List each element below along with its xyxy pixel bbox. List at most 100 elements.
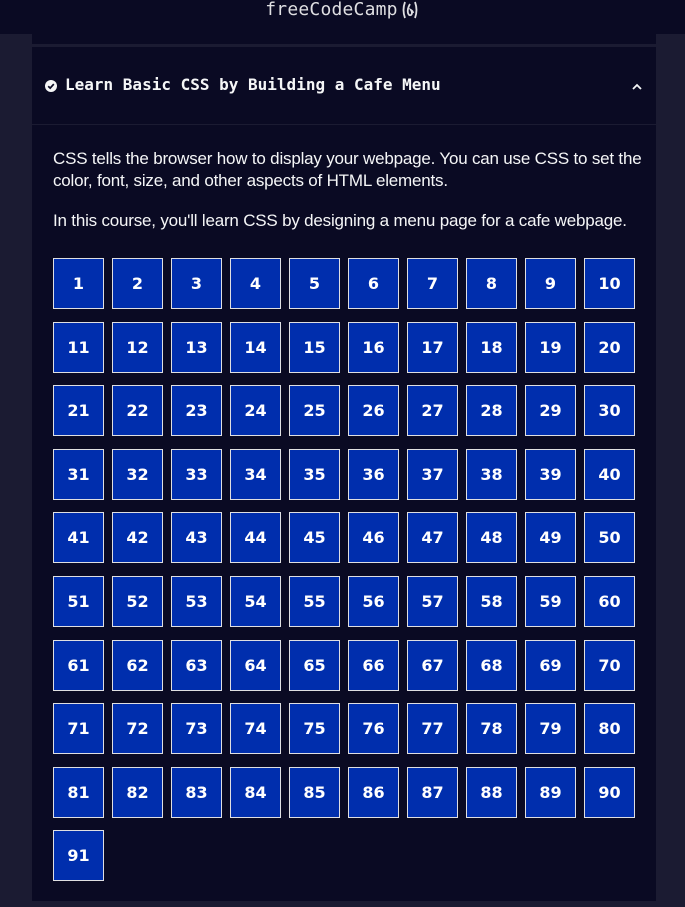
step-button[interactable]: 38 xyxy=(466,448,517,500)
step-button[interactable]: 76 xyxy=(348,703,399,755)
step-button[interactable]: 79 xyxy=(525,703,576,755)
step-button[interactable]: 20 xyxy=(584,321,635,373)
step-button[interactable]: 50 xyxy=(584,512,635,564)
step-button[interactable]: 53 xyxy=(171,575,222,627)
step-button[interactable]: 54 xyxy=(230,575,281,627)
block-description: In this course, you'll learn CSS by desi… xyxy=(53,211,627,230)
step-button[interactable]: 30 xyxy=(584,385,635,437)
step-button[interactable]: 40 xyxy=(584,448,635,500)
brand-name: freeCodeCamp xyxy=(265,0,398,20)
step-button[interactable]: 67 xyxy=(407,639,458,691)
step-button[interactable]: 35 xyxy=(289,448,340,500)
step-button[interactable]: 70 xyxy=(584,639,635,691)
step-button[interactable]: 90 xyxy=(584,766,635,818)
step-button[interactable]: 36 xyxy=(348,448,399,500)
step-button[interactable]: 16 xyxy=(348,321,399,373)
step-button[interactable]: 8 xyxy=(466,258,517,309)
step-button[interactable]: 59 xyxy=(525,575,576,627)
step-button[interactable]: 33 xyxy=(171,448,222,500)
step-button[interactable]: 2 xyxy=(112,258,163,309)
step-button[interactable]: 39 xyxy=(525,448,576,500)
step-button[interactable]: 28 xyxy=(466,385,517,437)
step-button[interactable]: 5 xyxy=(289,258,340,309)
step-button[interactable]: 37 xyxy=(407,448,458,500)
step-button[interactable]: 61 xyxy=(53,639,104,691)
caret-up-icon[interactable] xyxy=(631,79,643,90)
step-button[interactable]: 73 xyxy=(171,703,222,755)
step-button[interactable]: 23 xyxy=(171,385,222,437)
step-button[interactable]: 1 xyxy=(53,258,104,309)
step-button[interactable]: 22 xyxy=(112,385,163,437)
block-description: CSS tells the browser how to display you… xyxy=(53,149,642,190)
step-button[interactable]: 18 xyxy=(466,321,517,373)
step-button[interactable]: 11 xyxy=(53,321,104,373)
step-button[interactable]: 71 xyxy=(53,703,104,755)
step-button[interactable]: 17 xyxy=(407,321,458,373)
step-button[interactable]: 58 xyxy=(466,575,517,627)
step-button[interactable]: 63 xyxy=(171,639,222,691)
step-button[interactable]: 91 xyxy=(53,830,104,882)
step-button[interactable]: 62 xyxy=(112,639,163,691)
step-button[interactable]: 15 xyxy=(289,321,340,373)
step-button[interactable]: 10 xyxy=(584,258,635,309)
step-button[interactable]: 52 xyxy=(112,575,163,627)
step-button[interactable]: 48 xyxy=(466,512,517,564)
step-button[interactable]: 85 xyxy=(289,766,340,818)
step-button[interactable]: 80 xyxy=(584,703,635,755)
step-button[interactable]: 42 xyxy=(112,512,163,564)
step-button[interactable]: 3 xyxy=(171,258,222,309)
step-button[interactable]: 41 xyxy=(53,512,104,564)
step-button[interactable]: 43 xyxy=(171,512,222,564)
step-button[interactable]: 74 xyxy=(230,703,281,755)
flame-icon xyxy=(400,0,420,20)
step-button[interactable]: 12 xyxy=(112,321,163,373)
step-button[interactable]: 65 xyxy=(289,639,340,691)
step-button[interactable]: 34 xyxy=(230,448,281,500)
step-button[interactable]: 89 xyxy=(525,766,576,818)
step-button[interactable]: 84 xyxy=(230,766,281,818)
step-button[interactable]: 9 xyxy=(525,258,576,309)
step-button[interactable]: 46 xyxy=(348,512,399,564)
check-circle-icon xyxy=(45,79,57,92)
step-button[interactable]: 72 xyxy=(112,703,163,755)
step-button[interactable]: 56 xyxy=(348,575,399,627)
block-header-toggle[interactable]: Learn Basic CSS by Building a Cafe Menu xyxy=(32,47,656,125)
step-button[interactable]: 57 xyxy=(407,575,458,627)
step-button[interactable]: 25 xyxy=(289,385,340,437)
step-button[interactable]: 13 xyxy=(171,321,222,373)
step-button[interactable]: 51 xyxy=(53,575,104,627)
step-button[interactable]: 87 xyxy=(407,766,458,818)
step-button[interactable]: 45 xyxy=(289,512,340,564)
step-button[interactable]: 77 xyxy=(407,703,458,755)
step-button[interactable]: 21 xyxy=(53,385,104,437)
step-button[interactable]: 26 xyxy=(348,385,399,437)
step-button[interactable]: 31 xyxy=(53,448,104,500)
step-button[interactable]: 44 xyxy=(230,512,281,564)
step-button[interactable]: 86 xyxy=(348,766,399,818)
step-button[interactable]: 14 xyxy=(230,321,281,373)
step-button[interactable]: 6 xyxy=(348,258,399,309)
step-button[interactable]: 7 xyxy=(407,258,458,309)
step-button[interactable]: 69 xyxy=(525,639,576,691)
step-button[interactable]: 88 xyxy=(466,766,517,818)
step-button[interactable]: 60 xyxy=(584,575,635,627)
step-button[interactable]: 19 xyxy=(525,321,576,373)
step-button[interactable]: 78 xyxy=(466,703,517,755)
step-button[interactable]: 75 xyxy=(289,703,340,755)
step-button[interactable]: 32 xyxy=(112,448,163,500)
step-button[interactable]: 81 xyxy=(53,766,104,818)
step-button[interactable]: 49 xyxy=(525,512,576,564)
brand-logo-link[interactable]: freeCodeCamp xyxy=(265,0,419,20)
step-button[interactable]: 64 xyxy=(230,639,281,691)
step-button[interactable]: 82 xyxy=(112,766,163,818)
step-button[interactable]: 47 xyxy=(407,512,458,564)
step-button[interactable]: 68 xyxy=(466,639,517,691)
step-button[interactable]: 4 xyxy=(230,258,281,309)
step-button[interactable]: 83 xyxy=(171,766,222,818)
step-button[interactable]: 55 xyxy=(289,575,340,627)
step-button[interactable]: 24 xyxy=(230,385,281,437)
step-button[interactable]: 66 xyxy=(348,639,399,691)
step-button[interactable]: 27 xyxy=(407,385,458,437)
step-grid: 1 2 3 4 5 6 7 8 9 10 11 12 13 14 15 16 17 18 19 20 21 22 23 24 2… xyxy=(53,258,643,882)
step-button[interactable]: 29 xyxy=(525,385,576,437)
